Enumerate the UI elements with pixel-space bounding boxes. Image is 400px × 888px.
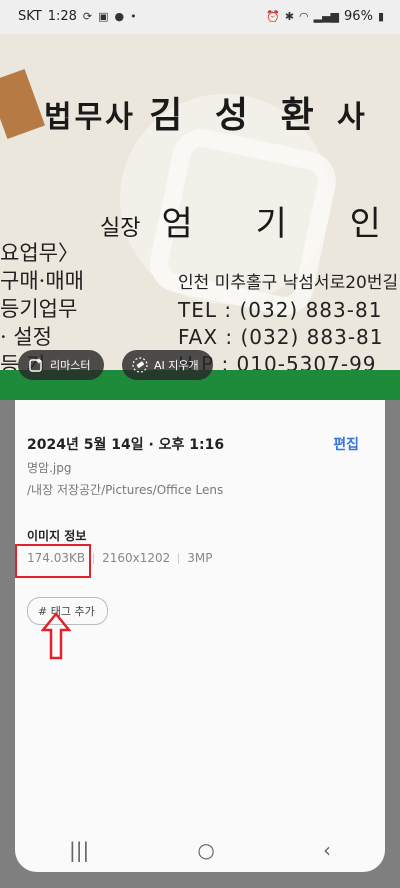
ai-eraser-button[interactable]: AI 지우개: [122, 350, 213, 380]
card-title: 법무사 김 성 환 사: [44, 86, 368, 138]
sync-icon: ⟳: [82, 10, 93, 23]
alarm-icon: ⏰: [266, 10, 280, 23]
resolution: 2160x1202: [102, 551, 171, 565]
position-label: 실장: [100, 216, 141, 241]
ai-eraser-label: AI 지우개: [154, 359, 199, 372]
file-path: /내장 저장공간/Pictures/Office Lens: [27, 483, 224, 497]
remaster-button[interactable]: 리마스터: [18, 350, 105, 380]
clock: 1:28: [47, 9, 77, 24]
card-position: 실장 엄 기 인: [100, 196, 400, 245]
title-name: 김 성 환: [149, 94, 324, 136]
bluetooth-icon: ✱: [284, 10, 295, 23]
wifi-icon: ◠: [299, 10, 309, 23]
title-suffix: 사: [337, 100, 368, 135]
address-line: 인천 미추홀구 낙섬서로20번길 2: [178, 273, 400, 293]
file-name: 명암.jpg: [27, 461, 72, 475]
highlight-box: [15, 544, 91, 578]
details-sheet: 2024년 5월 14일 · 오후 1:16 편집 명암.jpg /내장 저장공…: [15, 400, 385, 872]
back-button[interactable]: ‹: [323, 838, 331, 862]
message-icon: ●: [114, 10, 125, 23]
annotation-arrow-icon: [41, 612, 71, 660]
eraser-icon: [132, 357, 148, 373]
person-name: 엄 기 인: [161, 204, 400, 244]
divider: [93, 552, 95, 564]
logo-mark: [0, 68, 46, 140]
title-prefix: 법무사: [44, 100, 136, 135]
carrier-label: SKT: [18, 9, 42, 24]
navigation-bar: ||| ○ ‹: [15, 830, 385, 870]
remaster-label: 리마스터: [50, 359, 91, 372]
divider: [178, 552, 180, 564]
tel-line: TEL : (032) 883-81: [178, 298, 383, 322]
edit-button[interactable]: 편집: [333, 434, 359, 454]
gallery-icon: ▣: [98, 10, 109, 23]
service-line: · 설정: [0, 325, 52, 349]
service-line: 구매·매매: [0, 269, 84, 293]
fax-line: FAX : (032) 883-81: [178, 325, 384, 349]
photo-date: 2024년 5월 14일 · 오후 1:16: [27, 437, 225, 453]
battery-label: 96%: [344, 9, 373, 24]
megapixels: 3MP: [187, 551, 213, 565]
image-info-heading: 이미지 정보: [27, 529, 87, 543]
battery-icon: ▮: [377, 10, 384, 23]
recent-apps-button[interactable]: |||: [69, 838, 89, 862]
dot-icon: •: [130, 10, 137, 23]
service-line: 등기업무: [0, 297, 78, 321]
service-line: 요업무〉: [0, 241, 79, 265]
photo-preview[interactable]: 법무사 김 성 환 사 실장 엄 기 인 요업무〉 구매·매매 등기업무 · 설…: [0, 34, 400, 400]
signal-icon: ▂▄▆: [313, 10, 340, 23]
status-bar: SKT 1:28 ⟳ ▣ ● • ⏰ ✱ ◠ ▂▄▆ 96% ▮: [0, 0, 400, 34]
home-button[interactable]: ○: [197, 838, 214, 862]
remaster-icon: [29, 358, 42, 372]
